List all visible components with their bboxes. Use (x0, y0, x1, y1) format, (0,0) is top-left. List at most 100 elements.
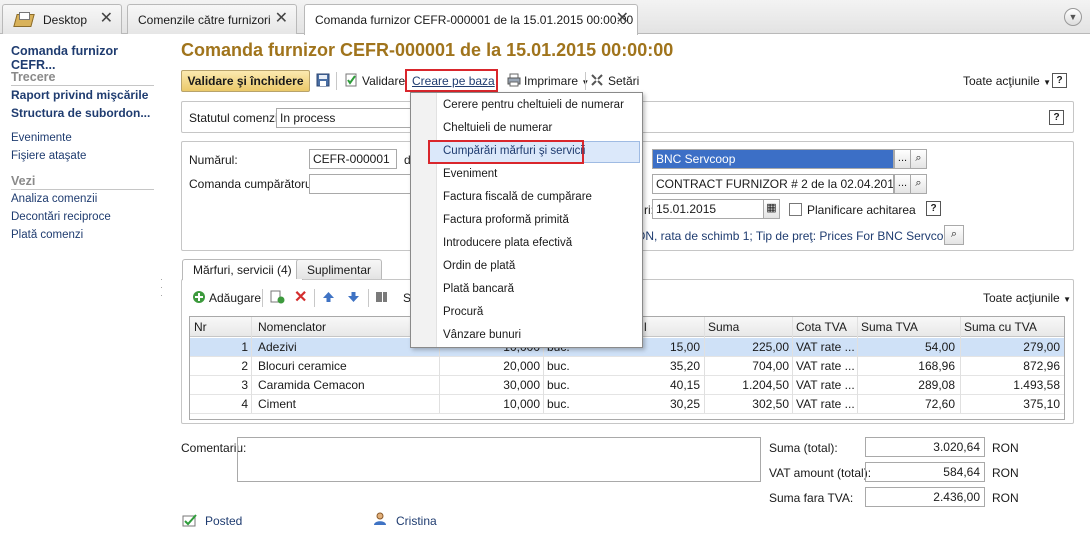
posted-icon (182, 514, 197, 527)
close-icon[interactable]: ✕ (616, 11, 629, 27)
cell-vat-rate: VAT rate ... (796, 359, 855, 373)
cell-unit: buc. (547, 397, 570, 411)
tab-current-order[interactable]: Comanda furnizor CEFR-000001 de la 15.01… (304, 4, 638, 35)
number-label: Numărul: (189, 153, 238, 167)
search-icon[interactable]: ⌕ (944, 225, 964, 245)
close-icon[interactable]: ✕ (100, 11, 113, 27)
user-icon (374, 512, 386, 525)
close-icon[interactable]: ✕ (275, 11, 288, 27)
move-up-icon[interactable] (322, 291, 335, 303)
supplier-field[interactable]: BNC Servcoop (652, 149, 894, 169)
create-based-on-dropdown[interactable]: Creare pe baza ▼ (405, 69, 498, 101)
menu-item-proforma-received[interactable]: Factura proformă primită (443, 214, 569, 226)
menu-item-cash-expense-request[interactable]: Cerere pentru cheltuieli de numerar (443, 99, 624, 111)
tab-additional[interactable]: Suplimentar (296, 259, 383, 279)
comment-field[interactable] (237, 437, 761, 482)
all-actions-menu[interactable]: Toate acţiunile ▼ (963, 74, 1051, 88)
nav-item-subordination-structure[interactable]: Structura de subordon... (11, 106, 150, 120)
sum-total-field: 3.020,64 (865, 437, 985, 457)
page-title: Comanda furnizor CEFR-000001 de la 15.01… (181, 40, 674, 60)
search-icon[interactable]: ⌕ (910, 174, 927, 194)
delete-icon[interactable]: ✕ (294, 287, 307, 307)
prices-link[interactable]: ON, rata de schimb 1; Tip de preţ: Price… (636, 229, 960, 243)
nav-link-order-analysis[interactable]: Analiza comenzii (11, 193, 97, 205)
planning-checkbox[interactable] (789, 203, 802, 216)
move-down-icon[interactable] (347, 291, 360, 303)
menu-item-event[interactable]: Eveniment (443, 168, 497, 180)
cell-total: 1.493,58 (1013, 378, 1060, 392)
toolbar-divider (314, 289, 315, 307)
copy-icon[interactable] (270, 290, 285, 304)
settings-button[interactable]: Setări (608, 74, 639, 88)
menu-item-bank-payment[interactable]: Plată bancară (443, 283, 514, 295)
column-header-nomenclature[interactable]: Nomenclator (258, 320, 326, 334)
cell-vat-rate: VAT rate ... (796, 397, 855, 411)
column-header-sum[interactable]: Suma (708, 320, 739, 334)
help-icon[interactable]: ? (1049, 110, 1064, 125)
posted-status: Posted (205, 514, 243, 528)
table-row[interactable]: 4 Ciment 10,000 buc. 30,25 302,50 VAT ra… (190, 395, 1064, 414)
post-and-close-button[interactable]: Validare şi închidere (181, 70, 310, 92)
table-all-actions-menu[interactable]: Toate acţiunile ▼ (983, 291, 1071, 305)
print-button[interactable]: Imprimare ▼ (524, 74, 589, 88)
tab-supplier-orders[interactable]: Comenzile către furnizori ✕ (127, 4, 297, 34)
currency-label: RON (992, 441, 1019, 455)
payment-date-field[interactable]: 15.01.2015 (652, 199, 764, 219)
add-row-button[interactable]: Adăugare (209, 291, 261, 305)
barcode-icon[interactable] (375, 290, 389, 304)
menu-item-payment-order[interactable]: Ordin de plată (443, 260, 515, 272)
tab-desktop[interactable]: Desktop ✕ (2, 4, 122, 34)
menu-item-purchase-tax-invoice[interactable]: Factura fiscală de cumpărare (443, 191, 592, 203)
nav-link-order-payment[interactable]: Plată comenzi (11, 229, 83, 241)
contract-field[interactable]: CONTRACT FURNIZOR # 2 de la 02.04.2015 (… (652, 174, 894, 194)
toolbar-divider (368, 289, 369, 307)
menu-item-goods-sale[interactable]: Vânzare bunuri (443, 329, 521, 341)
cell-qty: 10,000 (503, 397, 540, 411)
cell-unit: buc. (547, 359, 570, 373)
select-button[interactable]: ... (894, 174, 911, 194)
column-divider (251, 317, 252, 413)
add-icon (193, 291, 205, 303)
cell-name: Ciment (258, 397, 297, 411)
number-field[interactable]: CEFR-000001 (309, 149, 397, 169)
column-header-total[interactable]: Suma cu TVA (964, 320, 1037, 334)
help-icon[interactable]: ? (1052, 73, 1067, 88)
planning-label: Planificare achitarea (807, 203, 916, 217)
cell-price: 35,20 (669, 359, 700, 373)
column-header-vat-rate[interactable]: Cota TVA (796, 320, 847, 334)
buyer-order-label: Comanda cumpărătorului: (189, 177, 328, 191)
tab-list-menu-icon[interactable]: ▼ (1064, 8, 1082, 26)
buyer-order-field[interactable] (309, 174, 412, 194)
nav-link-attached-files[interactable]: Fişiere ataşate (11, 150, 86, 162)
menu-item-cash-expenses[interactable]: Cheltuieli de numerar (443, 122, 552, 134)
vat-total-field: 584,64 (865, 462, 985, 482)
cell-nr: 4 (241, 397, 248, 411)
table-row[interactable]: 3 Caramida Cemacon 30,000 buc. 40,15 1.2… (190, 376, 1064, 395)
cell-qty: 30,000 (503, 378, 540, 392)
nav-link-events[interactable]: Evenimente (11, 132, 72, 144)
post-button[interactable]: Validare (362, 74, 405, 88)
menu-item-purchase-goods-services[interactable]: Cumpărări mărfuri şi servicii (443, 145, 586, 157)
menu-item-power-of-attorney[interactable]: Procură (443, 306, 483, 318)
tab-goods-services[interactable]: Mărfuri, servicii (4) (182, 259, 303, 280)
cell-vat-sum: 289,08 (918, 378, 955, 392)
cell-total: 279,00 (1023, 340, 1060, 354)
column-header-nr[interactable]: Nr (194, 320, 207, 334)
help-icon[interactable]: ? (926, 201, 941, 216)
print-button-label: Imprimare (524, 74, 579, 88)
calendar-icon[interactable]: ▦ (763, 199, 780, 219)
nav-doc-title[interactable]: Comanda furnizor CEFR... (11, 44, 160, 72)
save-icon[interactable] (316, 73, 330, 87)
column-header-vat-sum[interactable]: Suma TVA (861, 320, 918, 334)
nav-link-settlements[interactable]: Decontări reciproce (11, 211, 111, 223)
select-button[interactable]: ... (894, 149, 911, 169)
menu-item-actual-payment[interactable]: Introducere plata efectivă (443, 237, 572, 249)
panel-splitter[interactable]: · · · (160, 275, 166, 305)
status-field[interactable]: In process (276, 108, 411, 128)
search-icon[interactable]: ⌕ (910, 149, 927, 169)
table-row[interactable]: 2 Blocuri ceramice 20,000 buc. 35,20 704… (190, 357, 1064, 376)
nav-item-movements-report[interactable]: Raport privind mişcările (11, 88, 148, 102)
sum-no-vat-field: 2.436,00 (865, 487, 985, 507)
column-header-price[interactable]: l (644, 320, 647, 334)
chevron-down-icon: ▼ (1063, 295, 1071, 304)
